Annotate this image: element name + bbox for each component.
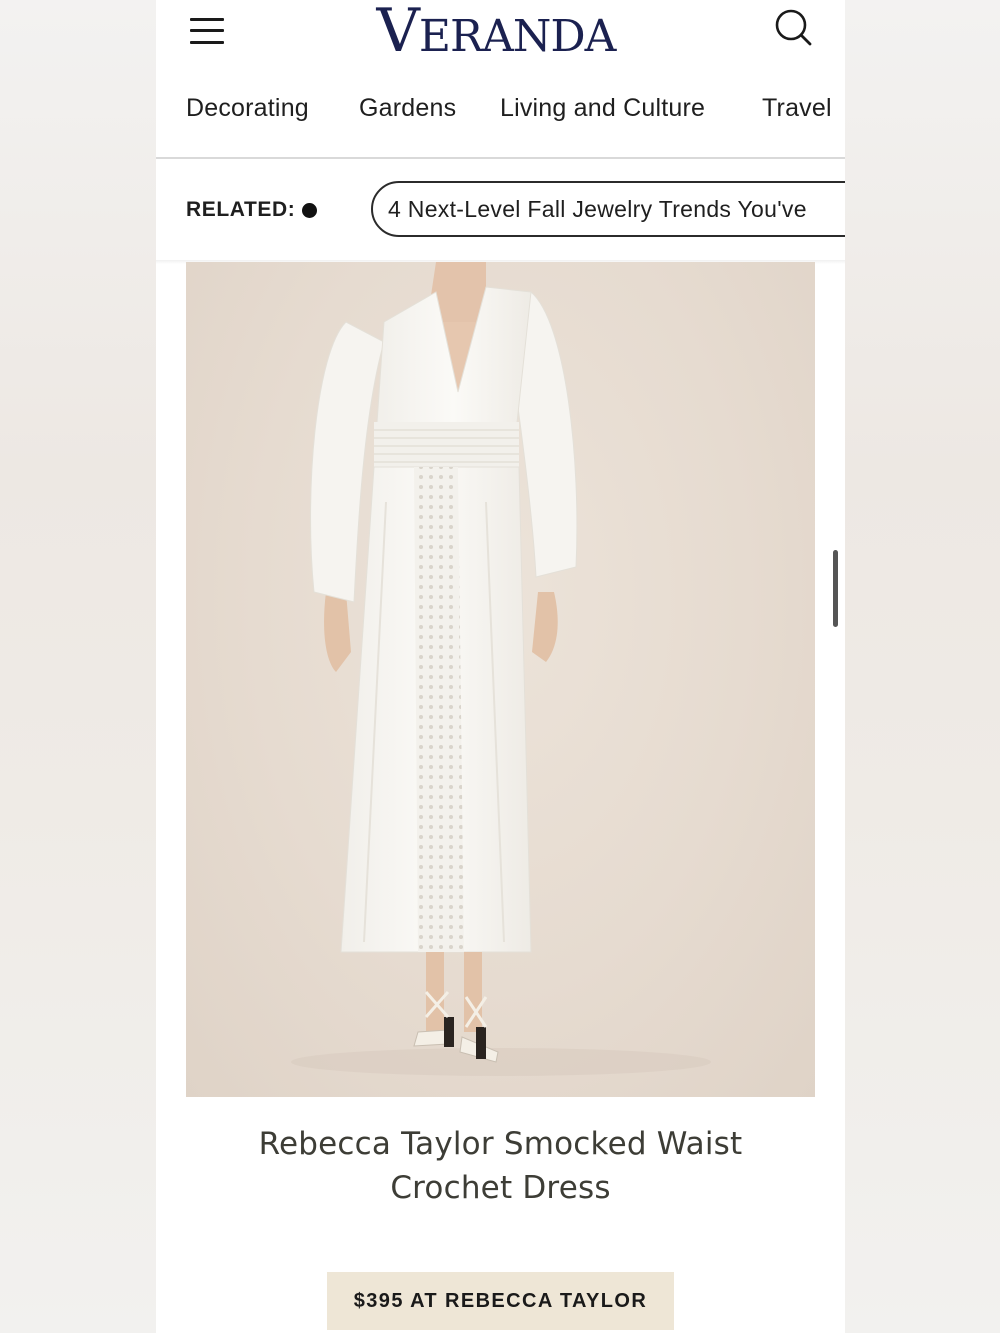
left-gutter [0, 0, 156, 1333]
nav-divider [156, 157, 845, 159]
related-bar: RELATED: 4 Next-Level Fall Jewelry Trend… [156, 160, 845, 260]
buy-button[interactable]: $395 AT REBECCA TAYLOR [327, 1272, 674, 1330]
product-title: Rebecca Taylor Smocked Waist Crochet Dre… [258, 1126, 743, 1206]
logo-initial: V [376, 0, 420, 66]
search-icon[interactable] [772, 6, 816, 50]
related-label: RELATED: [186, 198, 296, 221]
nav-item-travel[interactable]: Travel [762, 94, 832, 123]
nav-item-gardens[interactable]: Gardens [359, 94, 456, 123]
related-article-text: 4 Next-Level Fall Jewelry Trends You've [388, 196, 807, 222]
nav-item-living-and-culture[interactable]: Living and Culture [500, 94, 705, 123]
hamburger-menu-icon[interactable] [190, 15, 226, 47]
product-image[interactable] [186, 262, 815, 1097]
logo-rest: ERANDA [418, 11, 617, 62]
nav-item-decorating[interactable]: Decorating [186, 94, 309, 123]
right-gutter [844, 0, 1000, 1333]
site-header: VERANDA [156, 0, 845, 70]
main-nav: Decorating Gardens Living and Culture Tr… [156, 86, 845, 136]
site-logo[interactable]: VERANDA [366, 0, 626, 62]
bullet-dot-icon [302, 203, 317, 218]
scrollbar-thumb[interactable] [833, 550, 838, 627]
article-page: VERANDA Decorating Gardens Living and Cu… [156, 0, 845, 1333]
related-article-link[interactable]: 4 Next-Level Fall Jewelry Trends You've [371, 181, 845, 237]
